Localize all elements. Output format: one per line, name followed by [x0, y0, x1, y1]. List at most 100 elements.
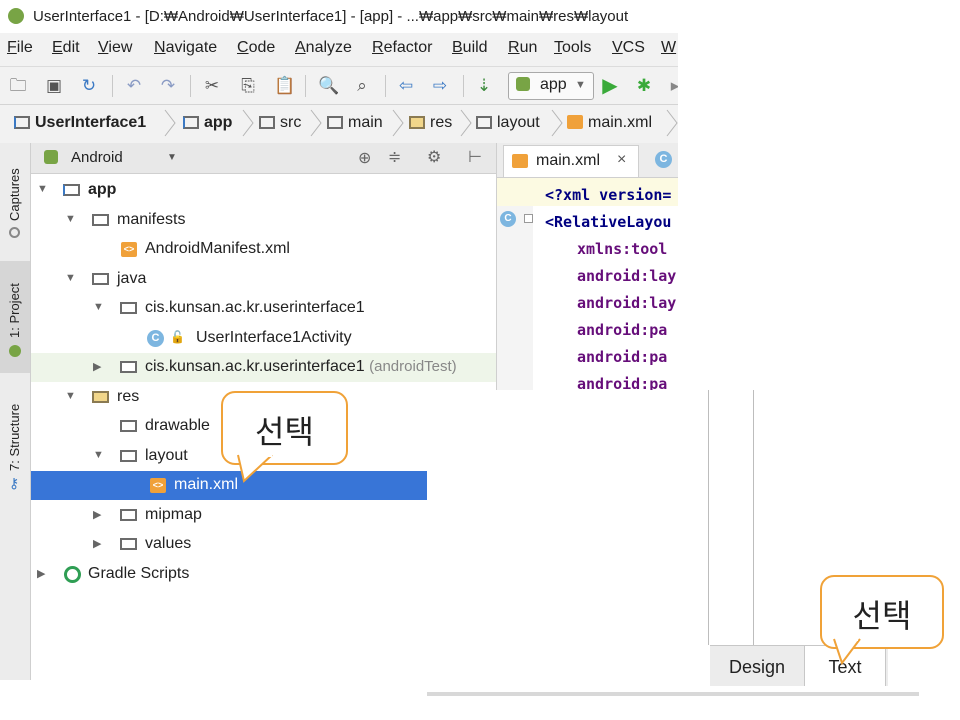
side-tab-captures[interactable]: Captures [0, 143, 30, 253]
menu-refactor[interactable]: Refactor [372, 39, 432, 57]
tree-item-activity[interactable]: C 🔓 UserInterface1Activity [31, 324, 496, 353]
menu-edit[interactable]: Edit [52, 39, 80, 57]
tree-item-label: values [145, 535, 192, 552]
window-title: UserInterface1 - [D:₩Android₩UserInterfa… [33, 8, 629, 25]
expanded-arrow-icon[interactable]: ▼ [65, 390, 76, 402]
crumb-main-xml[interactable]: main.xml [567, 114, 652, 132]
menu-vcs[interactable]: VCS [612, 39, 645, 57]
code-line: android:lay [577, 267, 677, 285]
project-icon [9, 345, 21, 357]
editor-tab-main-xml[interactable]: main.xml × [503, 145, 639, 177]
tree-item-package-androidtest[interactable]: ▶ cis.kunsan.ac.kr.userinterface1 (andro… [31, 353, 496, 382]
resource-folder-icon [92, 391, 109, 403]
menu-tools[interactable]: Tools [554, 39, 591, 57]
redo-icon[interactable]: ↷ [158, 76, 178, 96]
copy-icon[interactable]: ⎘ [238, 76, 258, 96]
collapse-all-icon[interactable]: ≑ [388, 147, 401, 167]
crumb-res[interactable]: res [409, 114, 452, 132]
side-tab-structure[interactable]: 7: Structure ⚷ [0, 383, 30, 495]
paste-icon[interactable]: 📋 [274, 76, 295, 96]
code-line: xmlns:tool [577, 240, 668, 258]
tree-item-app[interactable]: ▼ app [31, 176, 496, 205]
menu-build[interactable]: Build [452, 39, 488, 57]
make-project-icon[interactable]: ⇣ [474, 76, 494, 96]
callout-tail [237, 451, 273, 483]
view-selector[interactable]: Android [71, 149, 123, 166]
expanded-arrow-icon[interactable]: ▼ [93, 449, 104, 461]
more-icon[interactable]: ▸ [665, 76, 678, 96]
crumb-label: res [430, 114, 453, 131]
tool-window-sidebar: Captures 1: Project 7: Structure ⚷ [0, 143, 31, 680]
collapsed-arrow-icon[interactable]: ▶ [93, 360, 101, 373]
collapsed-arrow-icon[interactable]: ▶ [93, 508, 101, 521]
close-icon[interactable]: × [617, 151, 626, 169]
chevron-down-icon: ▼ [575, 79, 586, 91]
crumb-label: src [280, 114, 302, 131]
sync-icon[interactable]: ↻ [79, 76, 99, 96]
folder-icon [476, 116, 492, 129]
xml-file-icon [512, 154, 528, 168]
code-line: <?xml version= [545, 186, 672, 204]
scroll-from-source-icon[interactable]: ⊕ [358, 148, 371, 168]
fold-icon[interactable] [524, 214, 533, 223]
collapsed-arrow-icon[interactable]: ▶ [93, 537, 101, 550]
menu-analyze[interactable]: Analyze [295, 39, 352, 57]
expanded-arrow-icon[interactable]: ▼ [65, 213, 76, 225]
android-icon [44, 150, 58, 164]
menu-window[interactable]: W [661, 39, 676, 57]
project-panel-header: Android ▼ ⊕ ≑ ⚙ ⊢ [31, 143, 496, 174]
android-icon [516, 77, 530, 91]
expanded-arrow-icon[interactable]: ▼ [65, 272, 76, 284]
save-icon[interactable]: ▣ [44, 76, 64, 96]
code-editor: main.xml × C C <?xml version= <RelativeL… [496, 143, 678, 393]
crumb-layout[interactable]: layout [476, 114, 540, 132]
tree-item-label: cis.kunsan.ac.kr.userinterface1 (android… [145, 358, 457, 375]
menu-view[interactable]: View [98, 39, 132, 57]
tree-item-manifests[interactable]: ▼ manifests [31, 206, 496, 235]
menu-navigate[interactable]: Navigate [154, 39, 217, 57]
editor-gutter: C [497, 178, 533, 390]
gear-icon[interactable]: ⚙ [427, 147, 441, 167]
run-configuration-selector[interactable]: app ▼ [508, 72, 594, 100]
cut-icon[interactable]: ✂ [202, 76, 222, 96]
menu-run[interactable]: Run [508, 39, 537, 57]
back-icon[interactable]: ⇦ [396, 76, 416, 96]
undo-icon[interactable]: ↶ [124, 76, 144, 96]
replace-icon[interactable]: ⌕ [352, 76, 372, 96]
collapsed-arrow-icon[interactable]: ▶ [37, 567, 45, 580]
find-icon[interactable]: 🔍 [318, 76, 339, 96]
crumb-project[interactable]: UserInterface1 [14, 114, 146, 132]
run-icon[interactable]: ▶ [600, 76, 620, 96]
menu-code[interactable]: Code [237, 39, 275, 57]
open-folder-icon[interactable]: 🗀 [8, 76, 28, 96]
crumb-main[interactable]: main [327, 114, 383, 132]
side-tab-project[interactable]: 1: Project [0, 261, 30, 373]
class-icon: C [147, 330, 164, 347]
folder-icon [120, 420, 137, 432]
expanded-arrow-icon[interactable]: ▼ [37, 183, 48, 195]
tree-item-package[interactable]: ▼ cis.kunsan.ac.kr.userinterface1 [31, 294, 496, 323]
title-bar: UserInterface1 - [D:₩Android₩UserInterfa… [0, 0, 678, 33]
menu-file[interactable]: File [7, 39, 33, 57]
crumb-src[interactable]: src [259, 114, 301, 132]
hide-panel-icon[interactable]: ⊢ [468, 147, 482, 167]
crumb-label: layout [497, 114, 540, 131]
android-studio-logo-icon [8, 8, 24, 24]
editor-tabs: main.xml × C [497, 143, 678, 178]
module-icon [14, 116, 30, 129]
resource-folder-icon [409, 116, 425, 129]
forward-icon[interactable]: ⇨ [430, 76, 450, 96]
class-gutter-icon[interactable]: C [500, 211, 516, 227]
tree-item-main-xml[interactable]: <> main.xml [31, 471, 427, 500]
tree-item-java[interactable]: ▼ java [31, 265, 496, 294]
tree-item-label: UserInterface1Activity [196, 329, 352, 346]
crumb-app[interactable]: app [183, 114, 232, 132]
tab-design[interactable]: Design [710, 646, 805, 686]
expanded-arrow-icon[interactable]: ▼ [93, 301, 104, 313]
folder-icon [327, 116, 343, 129]
debug-icon[interactable]: ✱ [634, 76, 654, 96]
tree-item-androidmanifest[interactable]: <> AndroidManifest.xml [31, 235, 496, 264]
tree-item-suffix: (androidTest) [369, 358, 457, 375]
editor-tab-class-icon[interactable]: C [655, 151, 672, 168]
chevron-down-icon[interactable]: ▼ [167, 152, 177, 163]
